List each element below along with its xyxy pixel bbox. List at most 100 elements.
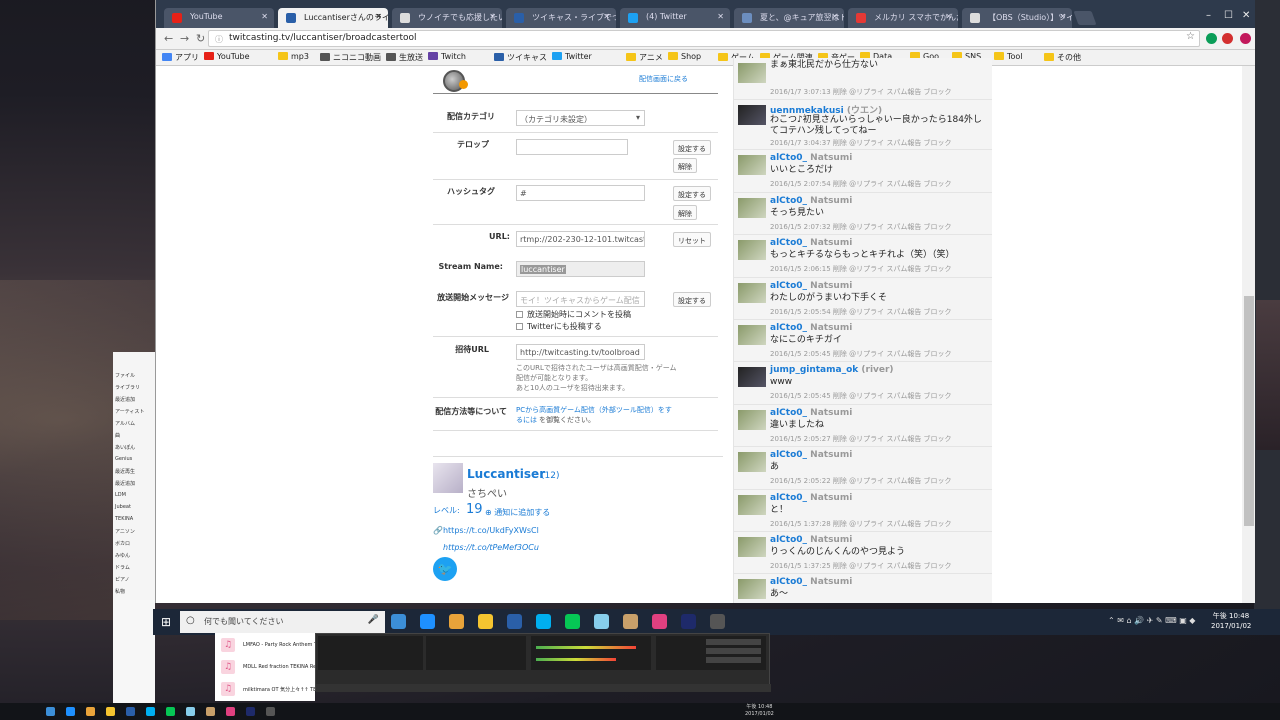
commenter-avatar[interactable] — [738, 197, 766, 218]
minimize-icon[interactable]: – — [1206, 10, 1211, 21]
hashtag-input[interactable]: # — [516, 185, 645, 201]
extension-icon[interactable] — [1240, 33, 1251, 44]
music-sidebar-item[interactable]: ピアノ — [115, 576, 130, 583]
obs-scenes-panel[interactable] — [318, 636, 423, 670]
commenter-name[interactable]: alCto0_ Natsumi — [770, 408, 852, 418]
music-sidebar-item[interactable]: LDM — [115, 492, 126, 498]
extension-icon[interactable] — [1222, 33, 1233, 44]
profile-name[interactable]: Luccantiser — [467, 467, 545, 481]
category-select[interactable]: （カテゴリ未設定） ▾ — [516, 110, 645, 126]
bookmark-item[interactable]: ニコニコ動画 — [320, 52, 381, 63]
browser-tab[interactable]: ウノイチでも応援したい！✕ — [392, 8, 502, 28]
commenter-avatar[interactable] — [738, 409, 766, 430]
taskbar-app-icon[interactable] — [449, 614, 464, 629]
commenter-avatar[interactable] — [738, 579, 766, 600]
bookmark-item[interactable]: Shop — [668, 52, 701, 61]
music-sidebar-item[interactable]: 最近追加 — [115, 396, 135, 403]
rtmp-url-input[interactable]: rtmp://202-230-12-101.twitcasting.tv — [516, 231, 645, 247]
taskbar-app-icon[interactable] — [86, 707, 95, 716]
telop-set-button[interactable]: 設定する — [673, 140, 711, 155]
commenter-name[interactable]: jump_gintama_ok (river) — [770, 365, 894, 375]
comment-meta[interactable]: 2016/1/5 2:07:54 削除 @リプライ スパム報告 ブロック — [770, 179, 952, 189]
commenter-avatar[interactable] — [738, 452, 766, 473]
obs-exit-button[interactable] — [706, 657, 761, 663]
hashtag-clear-button[interactable]: 解除 — [673, 205, 697, 220]
browser-tab[interactable]: Luccantiserさんのライブ配信✕ — [278, 8, 388, 28]
commenter-name[interactable]: alCto0_ Natsumi — [770, 493, 852, 503]
music-sidebar-item[interactable]: アーティスト — [115, 408, 144, 415]
tab-close-icon[interactable]: ✕ — [717, 12, 724, 21]
telop-clear-button[interactable]: 解除 — [673, 158, 697, 173]
browser-tab[interactable]: 夏と、@キュア旅翌はトレス✕ — [734, 8, 844, 28]
music-sidebar-item[interactable]: ライブラリ — [115, 384, 140, 391]
music-sidebar-item[interactable]: アルバム — [115, 420, 135, 427]
tray-icons[interactable]: ⌃ ✉ ⌂ 🔊 ✈ ✎ ⌨ ▣ ◆ — [1108, 616, 1195, 625]
post-comment-checkbox[interactable]: 放送開始時にコメントを投稿 — [516, 309, 631, 320]
comment-meta[interactable]: 2016/1/5 2:06:15 削除 @リプライ スパム報告 ブロック — [770, 264, 952, 274]
start-message-input[interactable]: モイ！ツイキャスからゲーム配信 — [516, 291, 645, 307]
taskbar-app-icon[interactable] — [652, 614, 667, 629]
browser-tab[interactable]: 【OBS（Studio）】ツイキャ✕ — [962, 8, 1072, 28]
music-sidebar-item[interactable]: ファイル — [115, 372, 135, 379]
tab-close-icon[interactable]: ✕ — [489, 12, 496, 21]
taskbar-app-icon[interactable] — [106, 707, 115, 716]
taskbar-app-icon[interactable] — [536, 614, 551, 629]
profile-link[interactable]: 🔗https://t.co/UkdFyXWsCl — [433, 526, 539, 535]
back-icon[interactable]: ← — [164, 32, 173, 45]
comment-meta[interactable]: 2016/1/5 1:37:25 削除 @リプライ スパム報告 ブロック — [770, 561, 952, 571]
browser-tab[interactable]: (4) Twitter ✕ — [620, 8, 730, 28]
taskbar-app-icon[interactable] — [206, 707, 215, 716]
taskbar-clock[interactable]: 午後 10:48 2017/01/02 — [1211, 611, 1251, 631]
tab-close-icon[interactable]: ✕ — [375, 12, 382, 21]
comment-meta[interactable]: 2016/1/7 3:07:13 削除 @リプライ スパム報告 ブロック — [770, 87, 952, 97]
commenter-avatar[interactable] — [738, 367, 766, 388]
extension-icon[interactable] — [1206, 33, 1217, 44]
close-icon[interactable]: ✕ — [1242, 10, 1250, 21]
music-sidebar-item[interactable]: 私物 — [115, 588, 125, 595]
twitter-button[interactable]: 🐦 — [433, 557, 457, 581]
music-sidebar-item[interactable]: 最近追加 — [115, 480, 135, 487]
taskbar-app-icon[interactable] — [478, 614, 493, 629]
bookmark-item[interactable]: Twitter — [552, 52, 592, 61]
comment-meta[interactable]: 2016/1/5 2:05:22 削除 @リプライ スパム報告 ブロック — [770, 476, 952, 486]
bookmark-item[interactable]: アニメ — [626, 52, 663, 63]
music-sidebar-item[interactable]: Jubeat — [115, 504, 131, 510]
playlist-item[interactable]: ♫ milktimara OT 気分上々↑↑ TEKIN — [217, 679, 325, 699]
maximize-icon[interactable]: ☐ — [1224, 10, 1233, 21]
taskbar-app-icon[interactable] — [565, 614, 580, 629]
taskbar-app-icon[interactable] — [710, 614, 725, 629]
taskbar-app-icon[interactable] — [66, 707, 75, 716]
playlist-item[interactable]: ♫ LMFAO - Party Rock Anthem TEK — [217, 635, 323, 655]
windows-start-icon[interactable]: ⊞ — [161, 615, 171, 629]
commenter-avatar[interactable] — [738, 325, 766, 345]
avatar[interactable] — [433, 463, 463, 493]
bookmark-star-icon[interactable]: ☆ — [1186, 31, 1195, 42]
bookmark-item[interactable]: アプリ — [162, 52, 199, 63]
profile-link[interactable]: https://t.co/tPeMef3OCu — [443, 543, 539, 552]
page-info-icon[interactable]: ⓘ — [215, 34, 223, 45]
commenter-name[interactable]: alCto0_ Natsumi — [770, 323, 852, 333]
music-sidebar-item[interactable]: みゆん — [115, 552, 130, 559]
browser-tab[interactable]: YouTube ✕ — [164, 8, 274, 28]
commenter-name[interactable]: alCto0_ Natsumi — [770, 196, 852, 206]
commenter-name[interactable]: alCto0_ Natsumi — [770, 450, 852, 460]
taskbar-app-icon[interactable] — [226, 707, 235, 716]
telop-input[interactable] — [516, 139, 628, 155]
obs-mixer-panel[interactable] — [531, 636, 651, 670]
commenter-name[interactable]: alCto0_ Natsumi — [770, 153, 852, 163]
follow-button[interactable]: ⊕ 通知に追加する — [485, 507, 550, 518]
bookmark-item[interactable]: ツイキャス — [494, 52, 547, 63]
comment-meta[interactable]: 2016/1/7 3:04:37 削除 @リプライ スパム報告 ブロック — [770, 138, 952, 148]
browser-tab[interactable]: ツイキャス・ライブでつながる✕ — [506, 8, 616, 28]
commenter-avatar[interactable] — [738, 155, 766, 176]
commenter-name[interactable]: alCto0_ Natsumi — [770, 535, 852, 545]
music-sidebar-item[interactable]: 曲 — [115, 432, 120, 439]
commenter-avatar[interactable] — [738, 240, 766, 261]
music-sidebar-item[interactable]: Genius — [115, 456, 132, 462]
comment-meta[interactable]: 2016/1/5 2:07:32 削除 @リプライ スパム報告 ブロック — [770, 222, 952, 232]
stream-name-input[interactable]: luccantiser — [516, 261, 645, 277]
music-sidebar-item[interactable]: あいぽん — [115, 444, 135, 451]
bookmark-item[interactable]: その他 — [1044, 52, 1081, 63]
taskbar-app-icon[interactable] — [46, 707, 55, 716]
bookmark-item[interactable]: 生放送 — [386, 52, 423, 63]
